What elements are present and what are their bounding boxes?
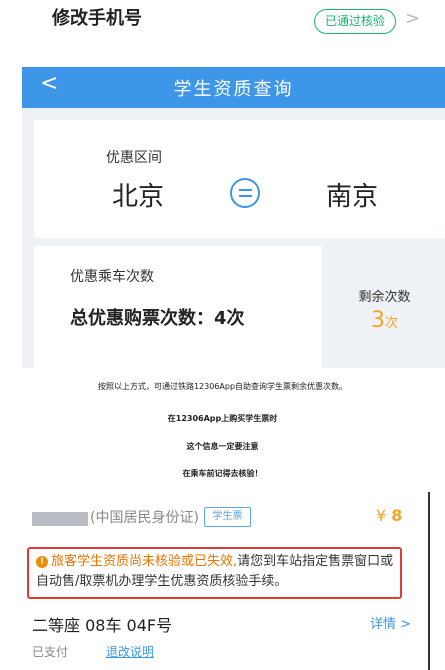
price-symbol: ¥ [376,506,387,525]
swap-icon [230,178,260,208]
caption-verify: 在乘车前记得去核验！ [182,469,263,478]
verified-badge: 已通过核验 [314,9,396,34]
passenger-name-redacted [32,512,88,526]
destination-city: 南京 [326,182,379,212]
remaining-count-card: 剩余次数 3次 [324,246,445,368]
vertical-divider [428,492,430,670]
verification-warning: ! 旅客学生资质尚未核验或已失效,请您到车站指定售票窗口或自动售/取票机办理学生… [27,547,402,599]
student-qualification-panel: 优惠区间 北京 南京 优惠乘车次数 总优惠购票次数：4次 剩余次数 3次 [22,108,445,368]
price-value: 8 [391,506,403,525]
total-discount-count: 总优惠购票次数：4次 [70,308,245,329]
payment-status: 已支付 [32,645,69,659]
discount-count-card: 优惠乘车次数 总优惠购票次数：4次 [34,246,322,368]
seat-info: 二等座 08车 04F号 [32,616,173,635]
app-header: < 学生资质查询 [22,67,445,108]
remaining-label: 剩余次数 [358,290,411,305]
count-label: 优惠乘车次数 [70,269,154,285]
ticket-price: ¥ 8 [376,506,402,525]
route-label: 优惠区间 [106,150,162,166]
chevron-right-icon: > [405,8,421,29]
remaining-number: 3 [370,308,385,333]
route-card: 优惠区间 北京 南京 [34,120,445,238]
modify-phone-title: 修改手机号 [52,8,142,29]
passenger-id-type: (中国居民身份证) [90,510,199,526]
modify-phone-row[interactable]: 修改手机号 已通过核验 > [0,0,445,48]
caption-buying: 在12306App上购买学生票时 [167,414,278,423]
ticket-card: (中国居民身份证) 学生票 ¥ 8 ! 旅客学生资质尚未核验或已失效,请您到车站… [22,492,428,670]
warning-highlight: 旅客学生资质尚未核验或已失效, [51,554,238,569]
page-title: 学生资质查询 [173,79,294,100]
warning-text: 旅客学生资质尚未核验或已失效,请您到车站指定售票窗口或自动售/取票机办理学生优惠… [36,552,398,592]
caption-instruction: 按照以上方式，可通过铁路12306App自助查询学生票剩余优惠次数。 [97,382,348,391]
remaining-value: 3次 [324,308,445,333]
refund-policy-link[interactable]: 退改说明 [106,643,154,660]
caption-notice: 这个信息一定要注意 [186,442,259,451]
student-ticket-tag: 学生票 [204,507,251,527]
remaining-unit: 次 [384,316,398,331]
origin-city: 北京 [112,182,165,212]
details-link[interactable]: 详情 > [370,613,411,632]
